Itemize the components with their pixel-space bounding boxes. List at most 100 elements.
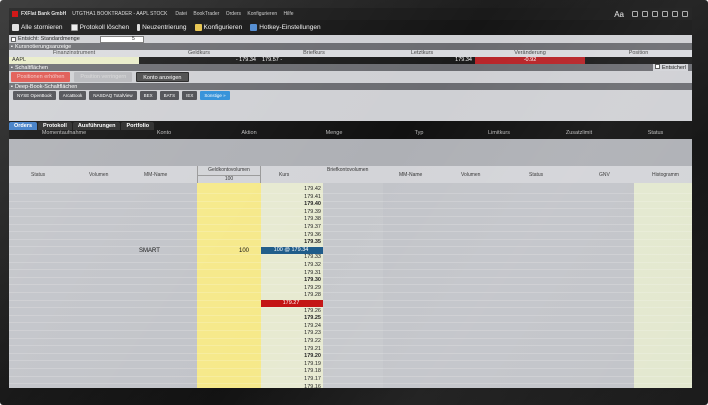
deep-btn-nyse-openbook[interactable]: NYSE OpenBook bbox=[13, 91, 56, 100]
deep-btn-other[interactable]: Sonstige » bbox=[200, 91, 230, 100]
hotkey-settings-button[interactable]: Hotkey-Einstellungen bbox=[250, 24, 321, 31]
ladder-price[interactable]: 179.38 bbox=[261, 216, 323, 223]
help-icon[interactable] bbox=[652, 11, 658, 17]
collapse-icon: ▪ bbox=[11, 64, 13, 71]
device-frame: FXFlat Bank GmbH UTGTHA1 BOOKTRADER - AA… bbox=[0, 0, 708, 405]
ladder-row-divider bbox=[9, 269, 692, 271]
ladder-price[interactable]: 179.36 bbox=[261, 232, 323, 239]
bid-volume-sub: 100 bbox=[198, 175, 260, 182]
ladder-price[interactable]: 100 @ 179.34 bbox=[261, 246, 323, 254]
ladder-price[interactable]: 179.35 bbox=[261, 239, 323, 246]
menu-datei[interactable]: Datei bbox=[175, 11, 187, 17]
menu-konfigurieren[interactable]: Konfigurieren bbox=[247, 11, 277, 17]
menu-booktrader[interactable]: BookTrader bbox=[193, 11, 219, 17]
deep-section-header[interactable]: ▪ Deep-Book-Schaltflächen bbox=[9, 83, 692, 90]
ladder-price[interactable]: 179.20 bbox=[261, 353, 323, 360]
tab-ausfuehrungen[interactable]: Ausführungen bbox=[72, 122, 121, 130]
ladder-price[interactable]: 179.18 bbox=[261, 368, 323, 375]
ladder-row-divider bbox=[9, 261, 692, 263]
last-value: 179.34 bbox=[455, 57, 472, 63]
menu-hilfe[interactable]: Hilfe bbox=[284, 11, 294, 17]
kurs-section-header[interactable]: ▪ Kursnotierungsanzeige bbox=[9, 43, 692, 50]
action-button-row: Positionen erhöhen Position verringern K… bbox=[9, 71, 692, 83]
ladder-price[interactable]: 179.30 bbox=[261, 277, 323, 284]
cancel-all-label: Alle stornieren bbox=[21, 24, 63, 31]
ladder-price[interactable]: 179.21 bbox=[261, 346, 323, 353]
ladder-price[interactable]: 179.29 bbox=[261, 285, 323, 292]
bid-volume-column[interactable] bbox=[197, 183, 261, 388]
close-icon[interactable] bbox=[682, 11, 688, 17]
menu-bar: Datei BookTrader Orders Konfigurieren Hi… bbox=[175, 11, 298, 17]
ladder-price[interactable]: 179.32 bbox=[261, 262, 323, 269]
orders-col-status: Status bbox=[647, 130, 664, 136]
ladder-price[interactable]: 179.17 bbox=[261, 376, 323, 383]
orders-col-auxlimit: Zusatzlimit bbox=[565, 130, 593, 136]
clear-log-label: Protokoll löschen bbox=[79, 24, 130, 31]
tab-orders[interactable]: Orders bbox=[9, 122, 38, 130]
book-col-volume-left: Volumen bbox=[89, 172, 109, 178]
ladder-price[interactable]: 179.26 bbox=[261, 308, 323, 315]
ladder-row-divider bbox=[9, 208, 692, 210]
ladder-price[interactable]: 179.22 bbox=[261, 338, 323, 345]
cancel-all-icon bbox=[12, 24, 19, 31]
increase-position-button[interactable]: Positionen erhöhen bbox=[11, 72, 71, 82]
recenter-button[interactable]: Neuzentrierung bbox=[137, 24, 187, 31]
show-account-button[interactable]: Konto anzeigen bbox=[136, 72, 189, 82]
ladder-price[interactable]: 179.33 bbox=[261, 254, 323, 261]
clear-log-button[interactable]: Protokoll löschen bbox=[70, 24, 130, 31]
bank-logo-icon bbox=[12, 11, 18, 17]
ladder-price[interactable]: 179.16 bbox=[261, 384, 323, 388]
schalt-section-header[interactable]: ▪ Schaltflächen Entsicherl bbox=[9, 64, 692, 71]
schalt-title-text: Schaltflächen bbox=[14, 64, 48, 71]
ladder-price[interactable]: 179.25 bbox=[261, 315, 323, 322]
maximize-icon[interactable] bbox=[672, 11, 678, 17]
book-col-volume-right: Volumen bbox=[461, 172, 481, 178]
lock-icon[interactable] bbox=[632, 11, 638, 17]
menu-orders[interactable]: Orders bbox=[226, 11, 241, 17]
col-instrument: Finanzinstrument bbox=[52, 50, 96, 56]
ladder-row-divider bbox=[9, 307, 692, 309]
collapse-icon: ▪ bbox=[11, 43, 13, 50]
recenter-icon bbox=[137, 24, 141, 31]
entsicht-checkbox[interactable] bbox=[11, 36, 16, 42]
ladder-row-divider bbox=[9, 253, 692, 255]
ladder-price[interactable]: 179.37 bbox=[261, 224, 323, 231]
col-last: Letztkurs bbox=[410, 50, 434, 56]
ladder-price[interactable]: 179.19 bbox=[261, 361, 323, 368]
ladder-row-divider bbox=[9, 314, 692, 316]
configure-label: Konfigurieren bbox=[203, 24, 243, 31]
ladder-row-divider bbox=[9, 375, 692, 377]
deep-book-buttons: NYSE OpenBook ArcaBook NASDAQ TotalView … bbox=[9, 90, 692, 101]
book-col-gnv: GNV bbox=[599, 172, 610, 178]
deep-btn-bats[interactable]: BATS bbox=[159, 91, 180, 100]
ladder-price[interactable]: 179.39 bbox=[261, 209, 323, 216]
deep-btn-nasdaq-totalview[interactable]: NASDAQ TotalView bbox=[89, 91, 137, 100]
cancel-all-button[interactable]: Alle stornieren bbox=[12, 24, 63, 31]
ladder-price[interactable]: 179.41 bbox=[261, 194, 323, 201]
minimize-icon[interactable] bbox=[662, 11, 668, 17]
ask-value: 179.57 - bbox=[262, 57, 283, 63]
kurs-row-aapl[interactable]: AAPL - 179.34 179.57 - 179.34 -0.92 bbox=[9, 57, 692, 64]
deep-btn-bex[interactable]: BEX bbox=[139, 91, 157, 100]
default-qty-input[interactable]: 5 bbox=[99, 35, 144, 43]
tab-portfolio[interactable]: Portfolio bbox=[121, 122, 155, 130]
ladder-price[interactable]: 179.27 bbox=[261, 300, 323, 307]
ladder-price[interactable]: 179.42 bbox=[261, 186, 323, 193]
ladder-price[interactable]: 179.28 bbox=[261, 292, 323, 299]
configure-button[interactable]: Konfigurieren bbox=[194, 24, 243, 31]
ask-volume-column[interactable] bbox=[323, 183, 383, 388]
ladder-price[interactable]: 179.24 bbox=[261, 323, 323, 330]
kurs-section-title: Kursnotierungsanzeige bbox=[14, 43, 72, 50]
tab-protokoll[interactable]: Protokoll bbox=[38, 122, 72, 130]
ladder-price[interactable]: 179.31 bbox=[261, 270, 323, 277]
deep-btn-iex[interactable]: IEX bbox=[182, 91, 198, 100]
deep-btn-arcabook[interactable]: ArcaBook bbox=[58, 91, 87, 100]
ladder-row-divider bbox=[9, 291, 692, 293]
ladder-price[interactable]: 179.23 bbox=[261, 330, 323, 337]
font-size-button[interactable]: Aa bbox=[614, 10, 624, 19]
title-bar: FXFlat Bank GmbH UTGTHA1 BOOKTRADER - AA… bbox=[9, 8, 692, 20]
settings-icon[interactable] bbox=[642, 11, 648, 17]
entsicherl-checkbox[interactable] bbox=[654, 64, 660, 69]
decrease-position-button[interactable]: Position verringern bbox=[74, 72, 133, 82]
ladder-price[interactable]: 179.40 bbox=[261, 201, 323, 208]
